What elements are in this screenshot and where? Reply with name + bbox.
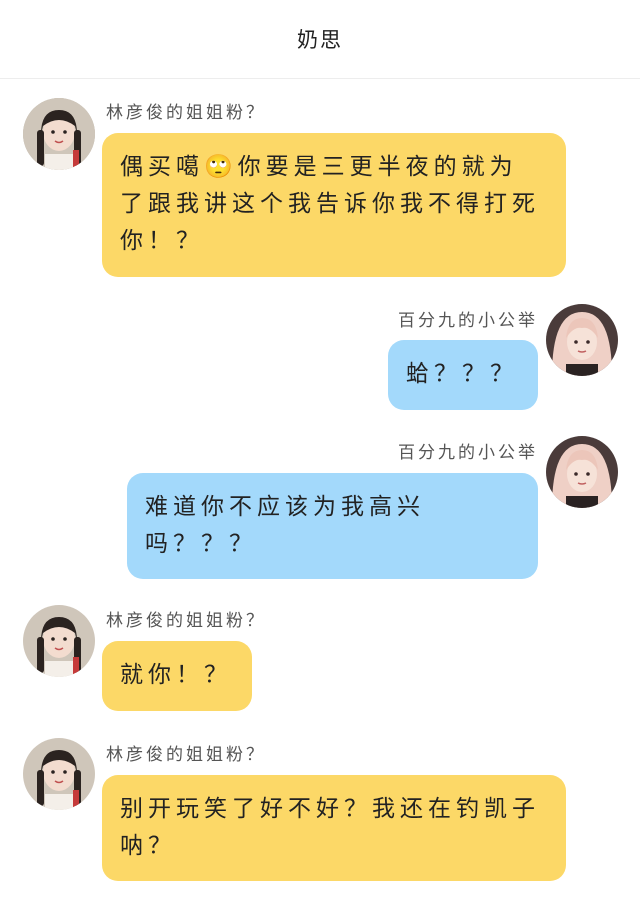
- sender-name: 百分九的小公举: [398, 311, 538, 331]
- message-bubble[interactable]: 别开玩笑了好不好？我还在钓凯子 呐？: [102, 775, 566, 881]
- girl-avatar-icon: [546, 304, 618, 376]
- message-bubble[interactable]: 难道你不应该为我高兴 吗？？？: [127, 473, 538, 579]
- message-line: 偶买噶🙄你要是三更半夜的就为: [120, 154, 518, 180]
- girl-avatar-icon: [23, 738, 95, 810]
- message-line: 你！？: [120, 228, 204, 254]
- avatar-left[interactable]: [23, 98, 95, 170]
- avatar-right[interactable]: [546, 436, 618, 508]
- avatar-right[interactable]: [546, 304, 618, 376]
- girl-avatar-icon: [23, 98, 95, 170]
- message-line: 别开玩笑了好不好？我还在钓凯子: [120, 796, 540, 822]
- message-line: 就你！？: [120, 662, 232, 688]
- message-bubble[interactable]: 偶买噶🙄你要是三更半夜的就为 了跟我讲这个我告诉你我不得打死 你！？: [102, 133, 566, 277]
- chat-header: 奶思: [0, 0, 640, 79]
- message-line: 难道你不应该为我高兴: [145, 494, 425, 520]
- message-bubble[interactable]: 蛤？？？: [388, 340, 538, 410]
- sender-name: 林彦俊的姐姐粉？: [106, 745, 266, 765]
- message-line: 了跟我讲这个我告诉你我不得打死: [120, 191, 540, 217]
- message-line: 蛤？？？: [406, 361, 518, 387]
- sender-name: 林彦俊的姐姐粉？: [106, 103, 266, 123]
- girl-avatar-icon: [546, 436, 618, 508]
- message-line: 呐？: [120, 833, 176, 859]
- sender-name: 林彦俊的姐姐粉？: [106, 611, 266, 631]
- message-bubble[interactable]: 就你！？: [102, 641, 252, 711]
- avatar-left[interactable]: [23, 605, 95, 677]
- message-line: 吗？？？: [145, 531, 257, 557]
- chat-title: 奶思: [297, 28, 343, 52]
- avatar-left[interactable]: [23, 738, 95, 810]
- girl-avatar-icon: [23, 605, 95, 677]
- sender-name: 百分九的小公举: [398, 443, 538, 463]
